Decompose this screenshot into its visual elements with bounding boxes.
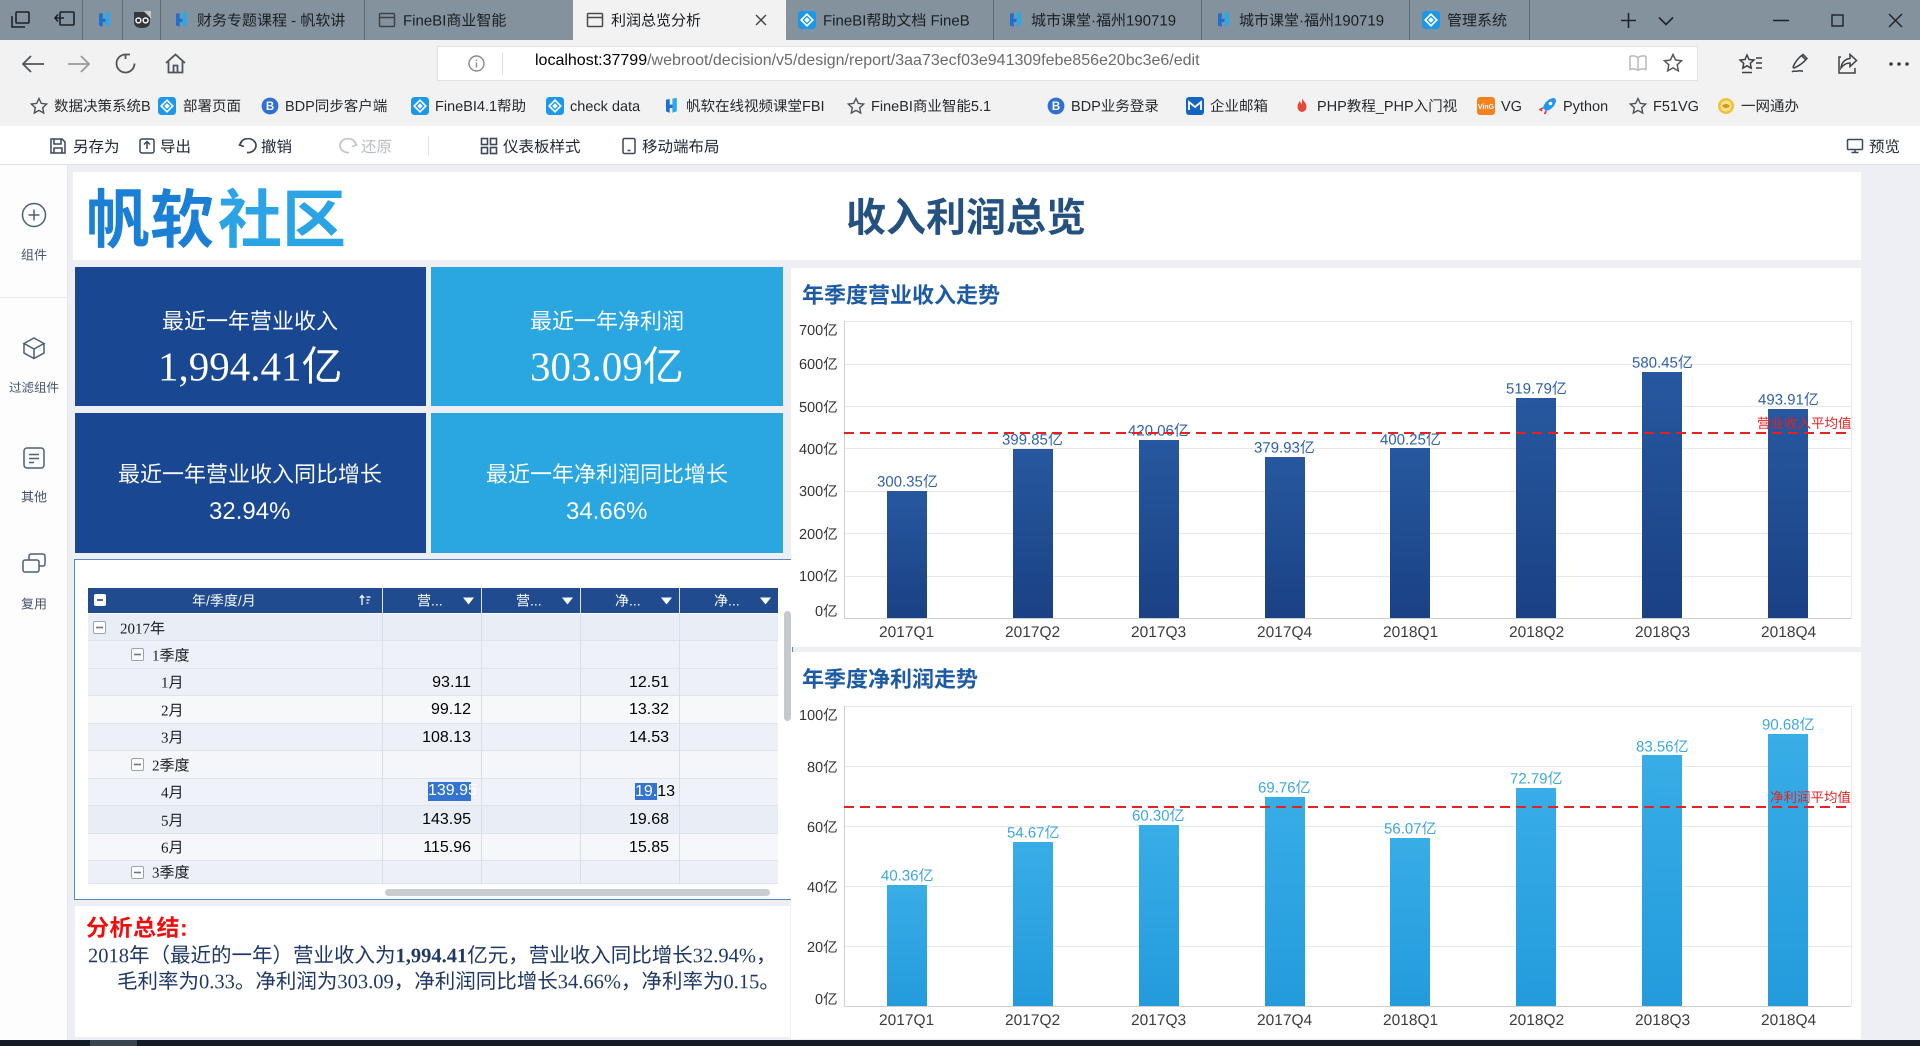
svg-text:B: B (266, 101, 274, 113)
svg-text:B: B (1052, 101, 1060, 113)
svg-text:VinG: VinG (1478, 104, 1495, 111)
